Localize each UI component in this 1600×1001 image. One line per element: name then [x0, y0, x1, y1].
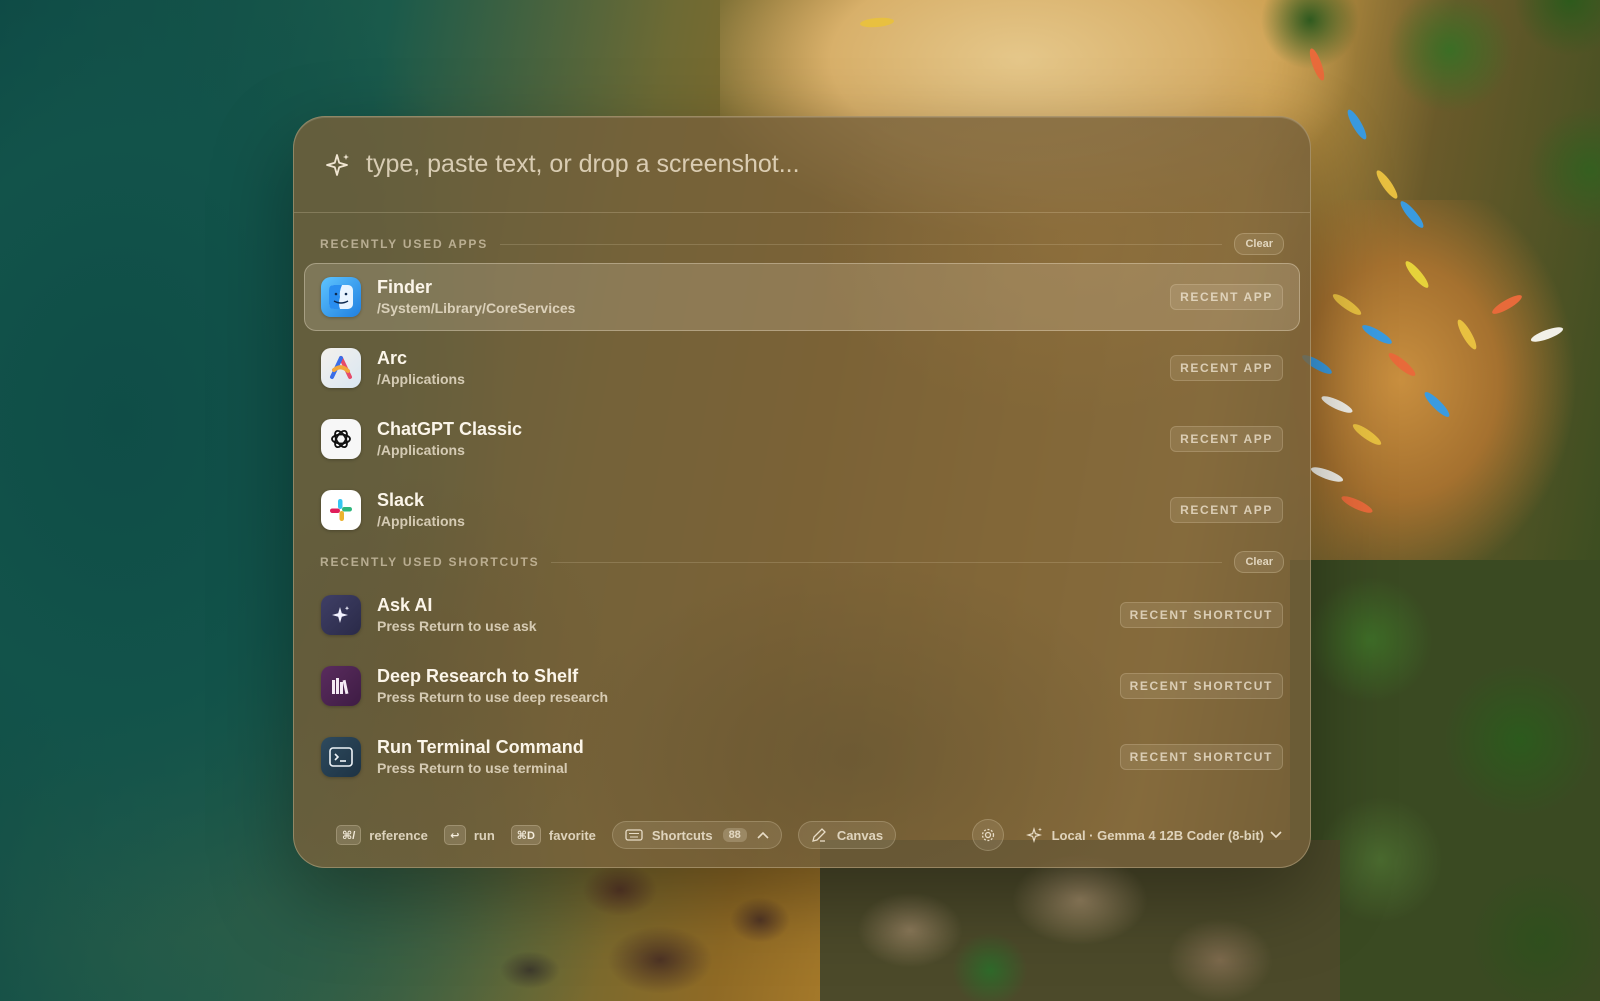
launcher-panel: RECENTLY USED APPS Clear Finder /System/…	[293, 116, 1311, 868]
item-subtitle: /System/Library/CoreServices	[377, 300, 576, 316]
item-title: Finder	[377, 277, 433, 297]
item-title: Arc	[377, 348, 408, 368]
keyboard-icon	[625, 829, 643, 841]
settings-button[interactable]	[971, 819, 1004, 851]
item-title: Run Terminal Command	[377, 737, 584, 757]
item-subtitle: /Applications	[377, 442, 465, 458]
item-subtitle: Press Return to use ask	[377, 618, 537, 634]
recent-apps-list: Finder /System/Library/CoreServices RECE…	[294, 263, 1310, 544]
recent-shortcut-badge: RECENT SHORTCUT	[1119, 744, 1283, 770]
canvas-label: Canvas	[836, 827, 884, 843]
item-subtitle: /Applications	[377, 371, 465, 387]
favorite-label: favorite	[548, 827, 596, 843]
books-icon	[321, 666, 361, 706]
clear-shortcuts-button[interactable]: Clear	[1234, 551, 1284, 573]
model-label: Local · Gemma 4 12B Coder (8-bit)	[1051, 827, 1264, 843]
list-item-chatgpt[interactable]: ChatGPT Classic /Applications RECENT APP	[304, 405, 1300, 473]
sparkle-icon	[1025, 826, 1042, 844]
sparkle-icon	[321, 595, 361, 635]
list-item-finder[interactable]: Finder /System/Library/CoreServices RECE…	[304, 263, 1300, 331]
item-title: Ask AI	[377, 595, 433, 615]
item-subtitle: /Applications	[377, 513, 465, 529]
list-item-deep-research[interactable]: Deep Research to Shelf Press Return to u…	[304, 652, 1300, 720]
recent-app-badge: RECENT APP	[1170, 355, 1283, 381]
search-input[interactable]	[366, 144, 1310, 185]
search-bar	[294, 117, 1310, 213]
favorite-hint[interactable]: ⌘D favorite	[510, 825, 596, 845]
section-title: RECENTLY USED APPS	[320, 237, 488, 251]
divider	[551, 561, 1223, 563]
item-title: Deep Research to Shelf	[377, 666, 579, 686]
recent-app-badge: RECENT APP	[1170, 284, 1283, 310]
list-item-arc[interactable]: Arc /Applications RECENT APP	[304, 334, 1300, 402]
terminal-icon	[321, 737, 361, 777]
chevron-up-icon	[757, 831, 769, 839]
shortcuts-button[interactable]: Shortcuts 88	[611, 821, 782, 849]
recent-shortcut-badge: RECENT SHORTCUT	[1119, 602, 1283, 628]
item-title: Slack	[377, 490, 425, 510]
list-item-ask-ai[interactable]: Ask AI Press Return to use ask RECENT SH…	[304, 581, 1300, 649]
list-item-slack[interactable]: Slack /Applications RECENT APP	[304, 476, 1300, 544]
arc-icon	[321, 348, 361, 388]
recent-shortcuts-list: Ask AI Press Return to use ask RECENT SH…	[294, 581, 1310, 791]
item-subtitle: Press Return to use terminal	[377, 760, 568, 776]
section-header-shortcuts: RECENTLY USED SHORTCUTS Clear	[294, 547, 1310, 577]
recent-shortcut-badge: RECENT SHORTCUT	[1119, 673, 1283, 699]
return-key: ↩	[443, 825, 466, 845]
finder-icon	[321, 277, 361, 317]
clear-apps-button[interactable]: Clear	[1234, 233, 1284, 255]
recent-app-badge: RECENT APP	[1170, 497, 1283, 523]
shortcuts-label: Shortcuts	[651, 827, 713, 843]
footer-bar: ⌘/ reference ↩ run ⌘D favorite Shortcuts…	[294, 803, 1310, 867]
divider	[500, 243, 1223, 245]
reference-key: ⌘/	[336, 825, 362, 845]
chevron-down-icon	[1270, 831, 1282, 839]
shortcuts-count-badge: 88	[722, 828, 747, 842]
run-hint[interactable]: ↩ run	[443, 825, 495, 845]
section-header-apps: RECENTLY USED APPS Clear	[294, 229, 1310, 259]
favorite-key: ⌘D	[510, 825, 541, 845]
item-title: ChatGPT Classic	[377, 419, 523, 439]
gear-icon	[981, 828, 994, 842]
model-selector[interactable]: Local · Gemma 4 12B Coder (8-bit)	[1025, 826, 1282, 844]
list-item-run-terminal[interactable]: Run Terminal Command Press Return to use…	[304, 723, 1300, 791]
chatgpt-icon	[321, 419, 361, 459]
reference-label: reference	[369, 827, 428, 843]
item-subtitle: Press Return to use deep research	[377, 689, 609, 705]
section-title: RECENTLY USED SHORTCUTS	[320, 555, 540, 569]
pen-icon	[811, 828, 826, 842]
canvas-button[interactable]: Canvas	[797, 821, 897, 849]
run-label: run	[473, 827, 495, 843]
reference-hint[interactable]: ⌘/ reference	[336, 825, 428, 845]
recent-app-badge: RECENT APP	[1170, 426, 1283, 452]
slack-icon	[321, 490, 361, 530]
sparkle-icon	[326, 153, 349, 176]
